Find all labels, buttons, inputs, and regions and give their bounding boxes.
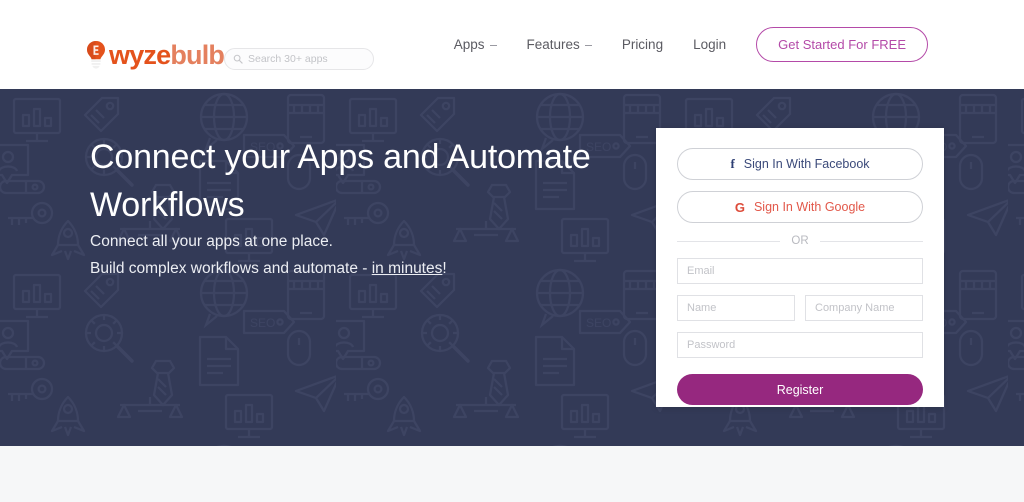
google-signin-label: Sign In With Google xyxy=(753,200,866,214)
main-nav: Apps Features Pricing Login Get Started … xyxy=(454,0,1024,89)
signup-card: f Sign In With Facebook G Sign In With G… xyxy=(656,128,944,407)
nav-item-apps[interactable]: Apps xyxy=(454,37,497,52)
hero-subtitle-line-1: Connect all your apps at one place. xyxy=(90,233,333,250)
nav-item-pricing-label: Pricing xyxy=(621,37,664,52)
landing-page: wyzebulb Search 30+ apps Apps Features P… xyxy=(0,0,1024,502)
nav-item-features[interactable]: Features xyxy=(527,37,592,52)
hero-subtitle: Connect all your apps at one place. Buil… xyxy=(90,228,447,282)
get-started-button[interactable]: Get Started For FREE xyxy=(756,27,928,62)
email-field[interactable] xyxy=(677,258,923,284)
search-box[interactable]: Search 30+ apps xyxy=(224,48,374,70)
search-icon xyxy=(233,54,243,64)
password-field[interactable] xyxy=(677,332,923,358)
hero-section: SEO xyxy=(0,89,1024,446)
hero-title: Connect your Apps and Automate Workflows xyxy=(90,138,591,224)
google-signin-button[interactable]: G Sign In With Google xyxy=(677,191,923,223)
name-field[interactable] xyxy=(677,295,795,321)
divider-line-left xyxy=(677,240,781,242)
nav-item-apps-label: Apps xyxy=(453,37,485,52)
nav-item-pricing[interactable]: Pricing xyxy=(622,37,663,52)
logo[interactable]: wyzebulb xyxy=(84,38,225,72)
logo-text-secondary: bulb xyxy=(170,40,225,70)
lightbulb-icon xyxy=(87,41,105,69)
hero-subtitle-line-2-suffix: ! xyxy=(442,260,447,277)
name-company-row xyxy=(677,295,923,321)
search-placeholder: Search 30+ apps xyxy=(248,53,328,65)
nav-item-login[interactable]: Login xyxy=(693,37,726,52)
chevron-down-icon xyxy=(489,45,497,46)
facebook-signin-label: Sign In With Facebook xyxy=(743,157,870,171)
site-header: wyzebulb Search 30+ apps Apps Features P… xyxy=(0,0,1024,89)
chevron-down-icon xyxy=(584,45,592,46)
divider-line-right xyxy=(819,240,923,242)
below-hero-strip xyxy=(0,446,1024,502)
logo-text-primary: wyze xyxy=(109,40,171,70)
logo-text: wyzebulb xyxy=(109,40,225,70)
or-divider: OR xyxy=(677,235,923,247)
nav-item-login-label: Login xyxy=(693,37,727,52)
or-divider-label: OR xyxy=(791,235,809,247)
register-button[interactable]: Register xyxy=(677,374,923,405)
hero-subtitle-line-2-prefix: Build complex workflows and automate - xyxy=(90,260,372,277)
company-name-field[interactable] xyxy=(805,295,923,321)
in-minutes-link[interactable]: in minutes xyxy=(372,260,443,277)
facebook-f-icon: f xyxy=(730,156,735,171)
nav-item-features-label: Features xyxy=(526,37,580,52)
facebook-signin-button[interactable]: f Sign In With Facebook xyxy=(677,148,923,180)
hero-subtitle-line-2: Build complex workflows and automate - i… xyxy=(90,255,447,282)
google-g-icon: G xyxy=(734,199,745,215)
